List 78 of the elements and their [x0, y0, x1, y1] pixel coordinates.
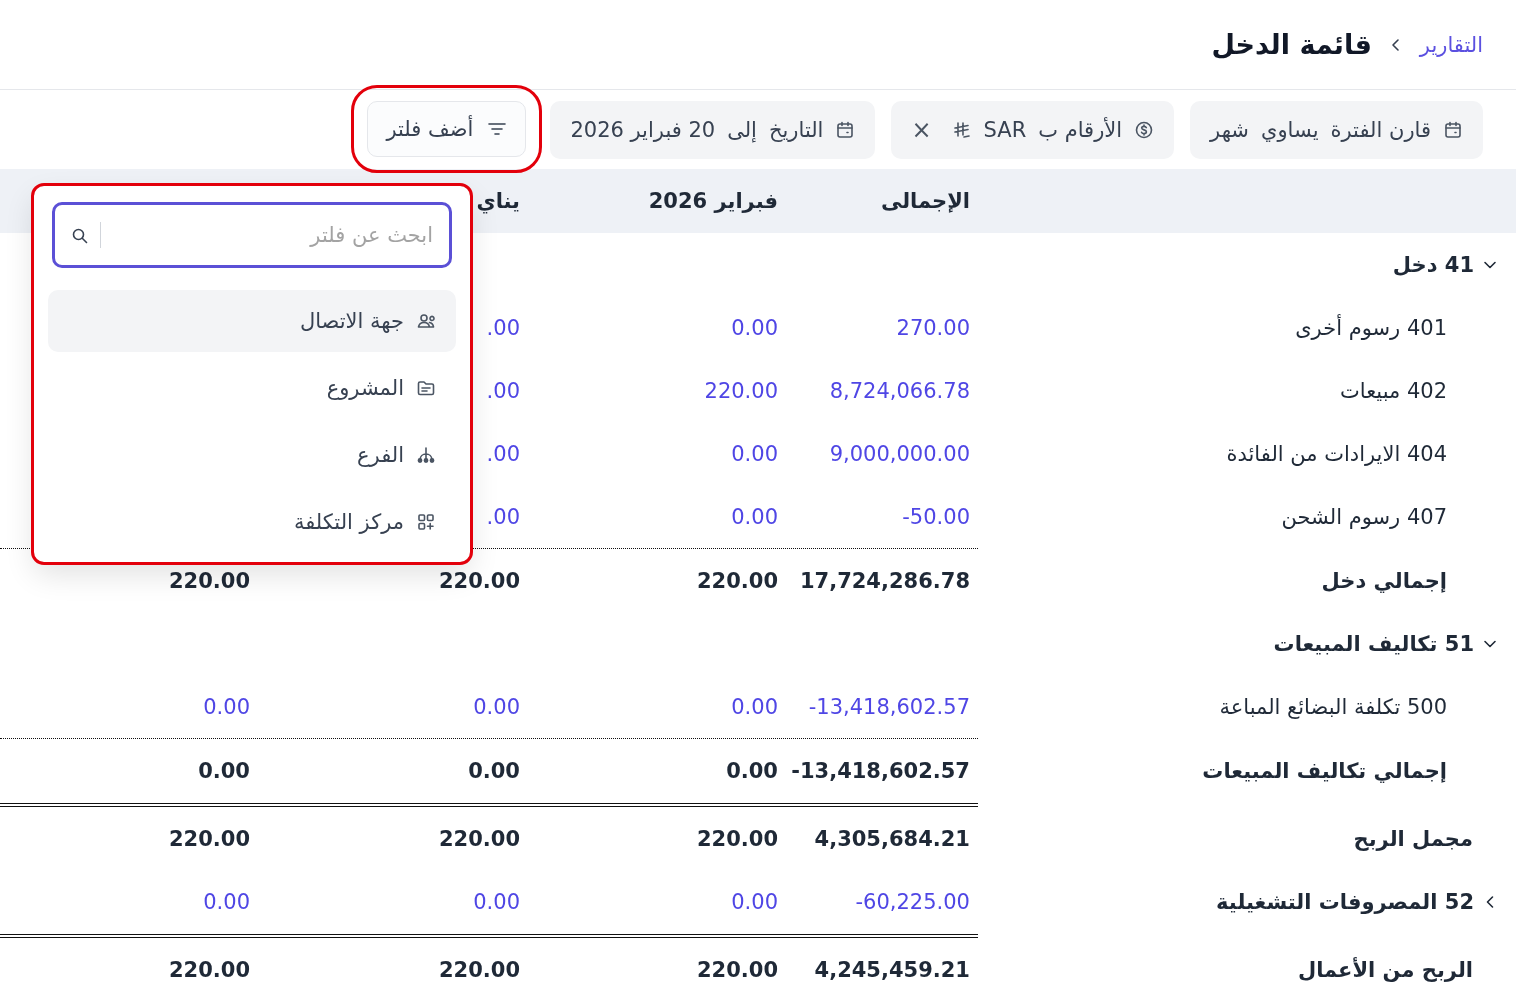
- column-header: يناي: [475, 189, 520, 213]
- chip-text: SAR: [983, 118, 1027, 142]
- amount-cell: 0.00: [198, 758, 250, 783]
- group-label[interactable]: 51 تكاليف المبيعات: [1273, 631, 1474, 656]
- chip-text: قارن الفترة: [1330, 118, 1431, 142]
- amount-link[interactable]: 0.00: [731, 504, 778, 529]
- amount-link[interactable]: 0.00: [731, 441, 778, 466]
- column-header: الإجمالى: [879, 189, 970, 213]
- amount-cell: 220.00: [168, 957, 250, 982]
- amount-link[interactable]: 0.00: [731, 694, 778, 719]
- amount-link[interactable]: -50.00: [902, 504, 970, 529]
- menu-item[interactable]: مركز التكلفة: [48, 491, 456, 553]
- amount-link[interactable]: -60,225.00: [855, 889, 970, 914]
- chip-text: 20 فبراير 2026: [570, 118, 716, 142]
- amount-cell: 0.00: [726, 758, 778, 783]
- row-label: 402 مبيعات: [1340, 378, 1447, 403]
- chip-text: شهر: [1210, 118, 1249, 142]
- amount-cell: 220.00: [168, 826, 250, 851]
- remove-filter-button[interactable]: ×: [911, 116, 932, 144]
- row-label: إجمالي دخل: [1321, 568, 1447, 593]
- breadcrumb-link[interactable]: التقارير: [1419, 32, 1483, 57]
- search-field[interactable]: ابحث عن فلتر: [52, 202, 452, 268]
- row-label: 404 الايرادات من الفائدة: [1226, 441, 1447, 466]
- filter-chip[interactable]: التاريخ إلى 20 فبراير 2026: [550, 101, 876, 159]
- amount-link[interactable]: 220.00: [704, 378, 778, 403]
- menu-item[interactable]: الفرع: [48, 424, 456, 486]
- row-label: 407 رسوم الشحن: [1281, 504, 1447, 529]
- chip-text: التاريخ: [768, 118, 824, 142]
- amount-cell: -13,418,602.57: [791, 758, 970, 783]
- folder-icon: [416, 378, 436, 398]
- amount-link[interactable]: 0.00: [203, 889, 250, 914]
- amount-cell: 4,245,459.21: [814, 957, 970, 982]
- row-label: إجمالي تكاليف المبيعات: [1202, 758, 1447, 783]
- search-icon: [70, 226, 90, 246]
- amount-cell: 17,724,286.78: [799, 568, 970, 593]
- menu-item[interactable]: المشروع: [48, 357, 456, 419]
- group-label[interactable]: 41 دخل: [1392, 252, 1474, 277]
- amount-link[interactable]: -13,418,602.57: [808, 694, 970, 719]
- amount-cell: 220.00: [438, 568, 520, 593]
- page-title: قائمة الدخل: [1211, 29, 1372, 60]
- amount-link[interactable]: 0.00: [473, 694, 520, 719]
- amount-cell: 0.00: [468, 758, 520, 783]
- currency-symbol-icon: [951, 120, 972, 140]
- row-label: 401 رسوم أخرى: [1295, 315, 1447, 340]
- amount-link[interactable]: 0.00: [731, 315, 778, 340]
- chip-text: يساوي: [1260, 118, 1319, 142]
- filter-chip[interactable]: قارن الفترة يساوي شهر: [1190, 101, 1483, 159]
- amount-cell: 220.00: [168, 568, 250, 593]
- calendar-icon: [1443, 120, 1463, 140]
- amount-cell: 220.00: [696, 826, 778, 851]
- amount-link[interactable]: 0.00: [731, 889, 778, 914]
- chip-text: إلى: [727, 118, 757, 142]
- grid-plus-icon: [416, 512, 436, 532]
- amount-cell: 220.00: [438, 957, 520, 982]
- amount-link[interactable]: 0.00: [203, 694, 250, 719]
- row-label: مجمل الربح: [1353, 826, 1473, 851]
- calendar-icon: [835, 120, 856, 140]
- amount-cell: 220.00: [438, 826, 520, 851]
- menu-item[interactable]: جهة الاتصال: [48, 290, 456, 352]
- group-label[interactable]: 52 المصروفات التشغيلية: [1216, 889, 1474, 914]
- dollar-coin-icon: [1134, 120, 1155, 140]
- amount-link[interactable]: .00: [486, 441, 520, 466]
- amount-cell: 220.00: [696, 957, 778, 982]
- amount-link[interactable]: .00: [486, 504, 520, 529]
- branch-icon: [416, 445, 436, 465]
- amount-link[interactable]: 9,000,000.00: [829, 441, 970, 466]
- users-icon: [416, 311, 436, 331]
- amount-link[interactable]: .00: [486, 315, 520, 340]
- amount-link[interactable]: 270.00: [896, 315, 970, 340]
- chip-text: الأرقام ب: [1038, 118, 1123, 142]
- amount-link[interactable]: 8,724,066.78: [829, 378, 970, 403]
- amount-link[interactable]: 0.00: [473, 889, 520, 914]
- row-label: الربح من الأعمال: [1297, 957, 1473, 982]
- amount-link[interactable]: .00: [486, 378, 520, 403]
- amount-cell: 4,305,684.21: [814, 826, 970, 851]
- column-header: فبراير 2026: [647, 189, 778, 213]
- amount-cell: 220.00: [696, 568, 778, 593]
- row-label: 500 تكلفة البضائع المباعة: [1219, 694, 1447, 719]
